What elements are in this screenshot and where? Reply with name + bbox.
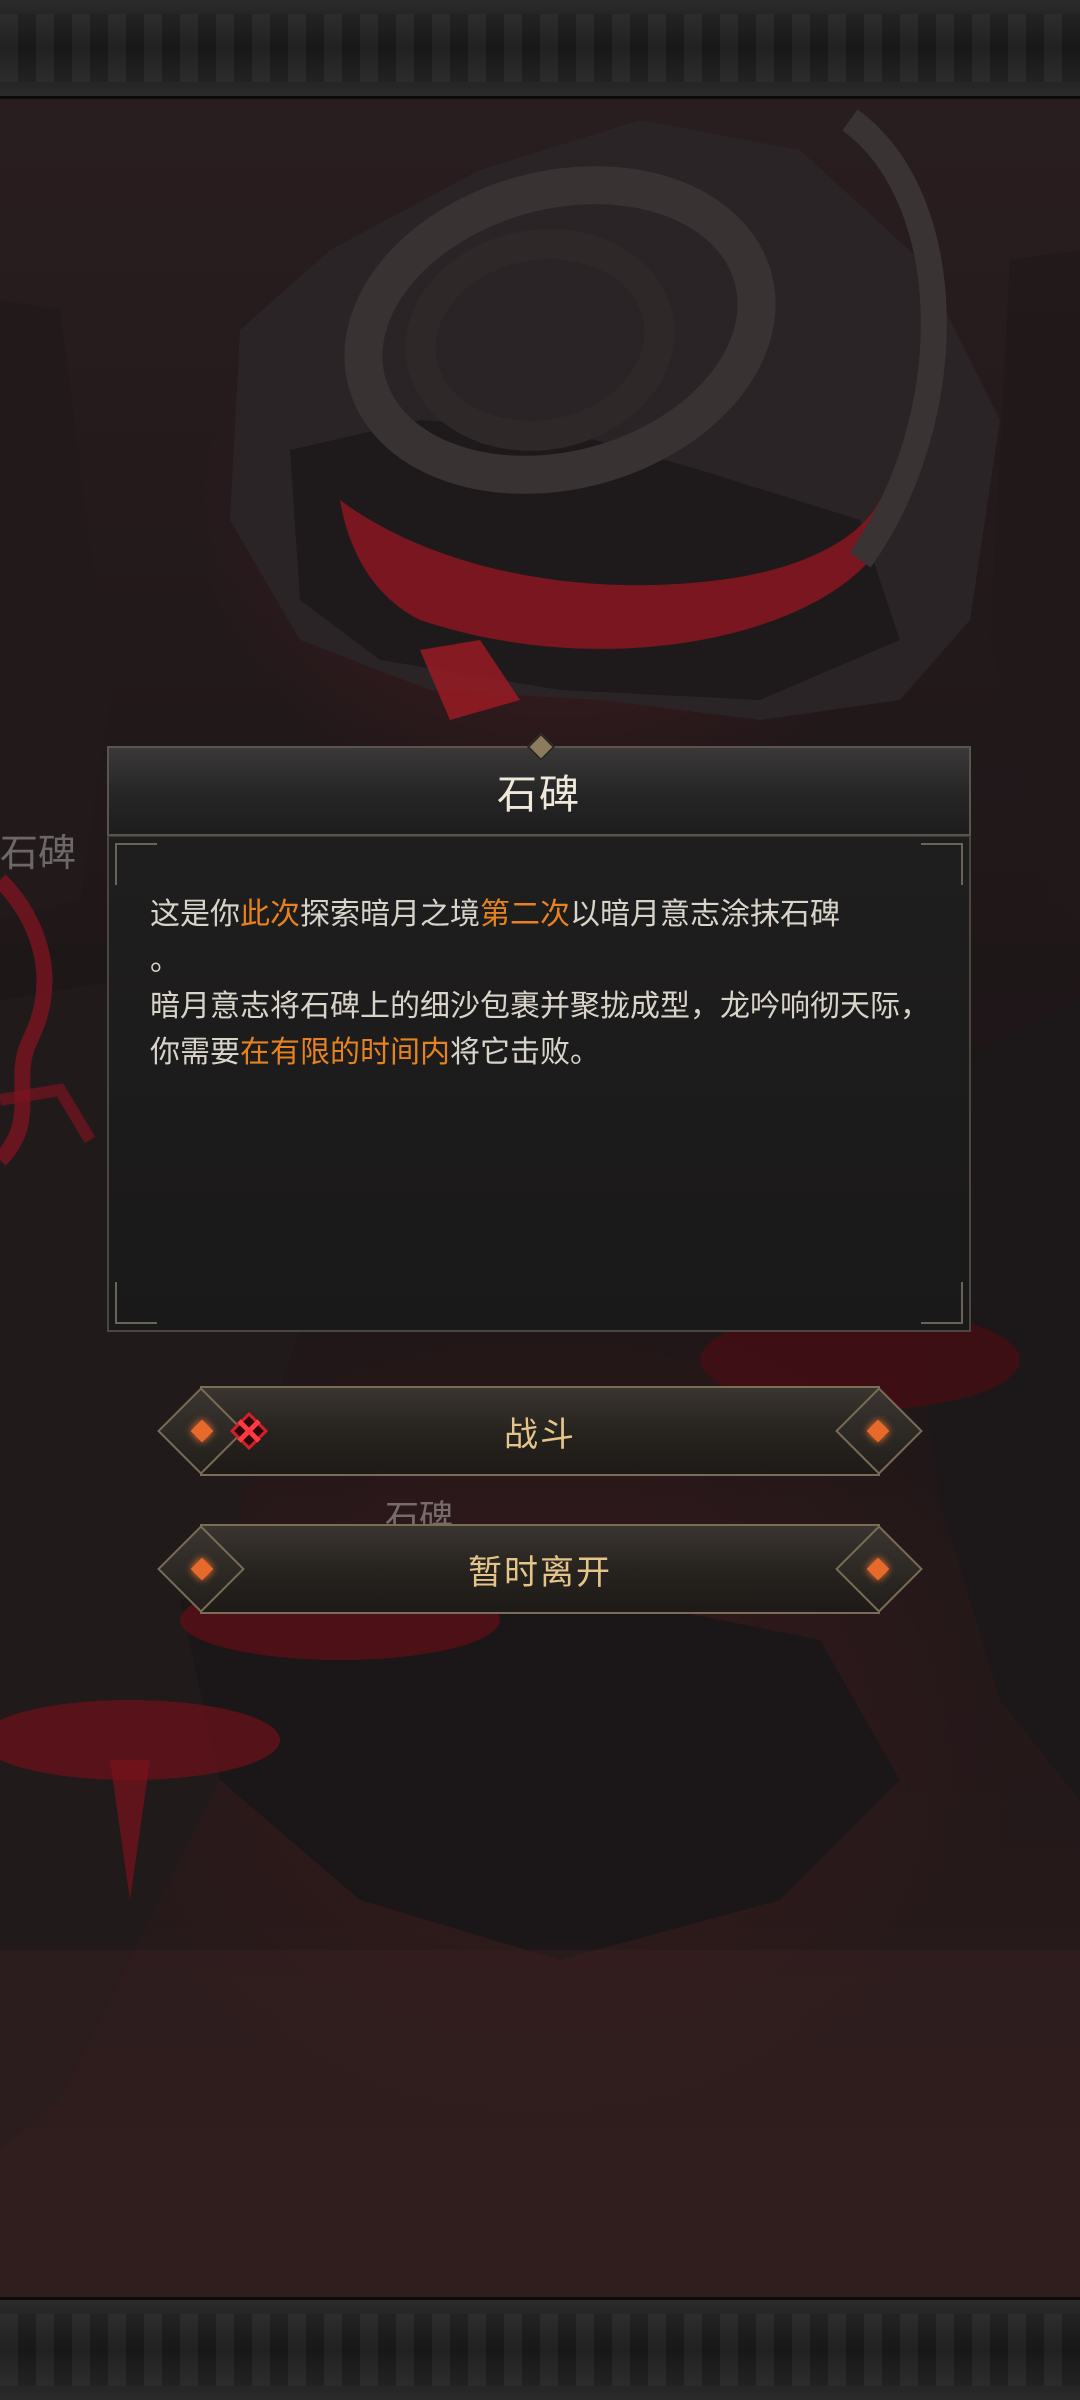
corner-ornament-icon xyxy=(921,843,963,885)
description-paragraph-1-end: 。 xyxy=(150,943,180,978)
fight-button[interactable]: 战斗 xyxy=(157,1386,923,1476)
leave-button-label: 暂时离开 xyxy=(468,1552,612,1593)
top-frame xyxy=(0,0,1080,99)
description-paragraph-2: 暗月意志将石碑上的细沙包裹并聚拢成型，龙吟响彻天际，你需要在有限的时间内将它击败… xyxy=(150,984,930,1076)
highlight-text: 在有限的时间内 xyxy=(240,1035,450,1070)
leave-button[interactable]: 暂时离开 xyxy=(157,1524,923,1614)
dialog-description: 这是你此次探索暗月之境第二次以暗月意志涂抹石碑 。 暗月意志将石碑上的细沙包裹并… xyxy=(150,892,930,1076)
fight-button-label: 战斗 xyxy=(504,1414,576,1455)
text-segment: 将它击败。 xyxy=(450,1035,600,1070)
highlight-text: 第二次 xyxy=(480,897,570,932)
corner-ornament-icon xyxy=(921,1282,963,1324)
bottom-frame xyxy=(0,2297,1080,2400)
description-paragraph-1: 这是你此次探索暗月之境第二次以暗月意志涂抹石碑 xyxy=(150,892,930,938)
text-segment: 探索暗月之境 xyxy=(300,897,480,932)
background-monument-label: 石碑 xyxy=(0,831,77,875)
text-segment: 这是你 xyxy=(150,897,240,932)
monument-dialog: 石碑 这是你此次探索暗月之境第二次以暗月意志涂抹石碑 。 暗月意志将石碑上的细沙… xyxy=(107,732,971,1332)
dialog-title: 石碑 xyxy=(497,772,581,818)
text-segment: 以暗月意志涂抹石碑 xyxy=(570,897,840,932)
highlight-text: 此次 xyxy=(240,897,300,932)
corner-ornament-icon xyxy=(115,843,157,885)
corner-ornament-icon xyxy=(115,1282,157,1324)
game-scene: 石碑 石碑 石碑 这是你此次探索暗月之境第二次以暗月意志涂抹石碑 。 暗月意志将… xyxy=(0,0,1080,2400)
